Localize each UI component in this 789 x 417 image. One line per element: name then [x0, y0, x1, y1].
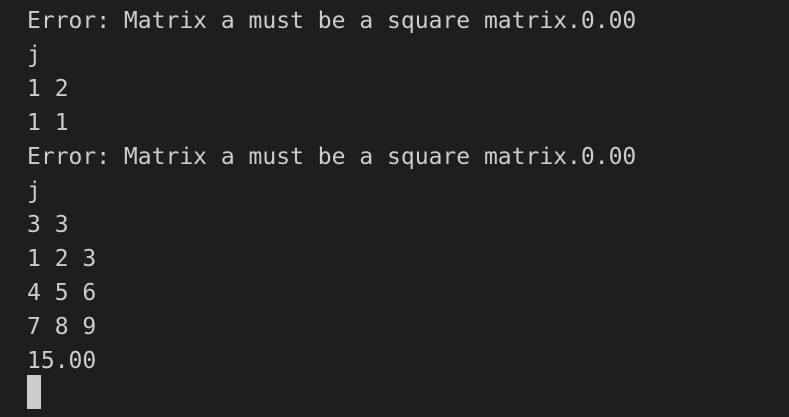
output-line: Error: Matrix a must be a square matrix.… [27, 8, 637, 34]
input-line: 3 3 [27, 212, 69, 238]
input-line: j [27, 178, 41, 204]
output-line: Error: Matrix a must be a square matrix.… [27, 144, 637, 170]
input-line: 7 8 9 [27, 314, 97, 340]
output-line: 15.00 [27, 348, 97, 374]
input-line: 1 1 [27, 110, 69, 136]
input-line: j [27, 42, 41, 68]
input-line: 1 2 [27, 76, 69, 102]
text-cursor [27, 375, 41, 409]
input-line: 1 2 3 [27, 246, 97, 272]
terminal-output[interactable]: Error: Matrix a must be a square matrix.… [0, 0, 789, 417]
input-line: 4 5 6 [27, 280, 97, 306]
